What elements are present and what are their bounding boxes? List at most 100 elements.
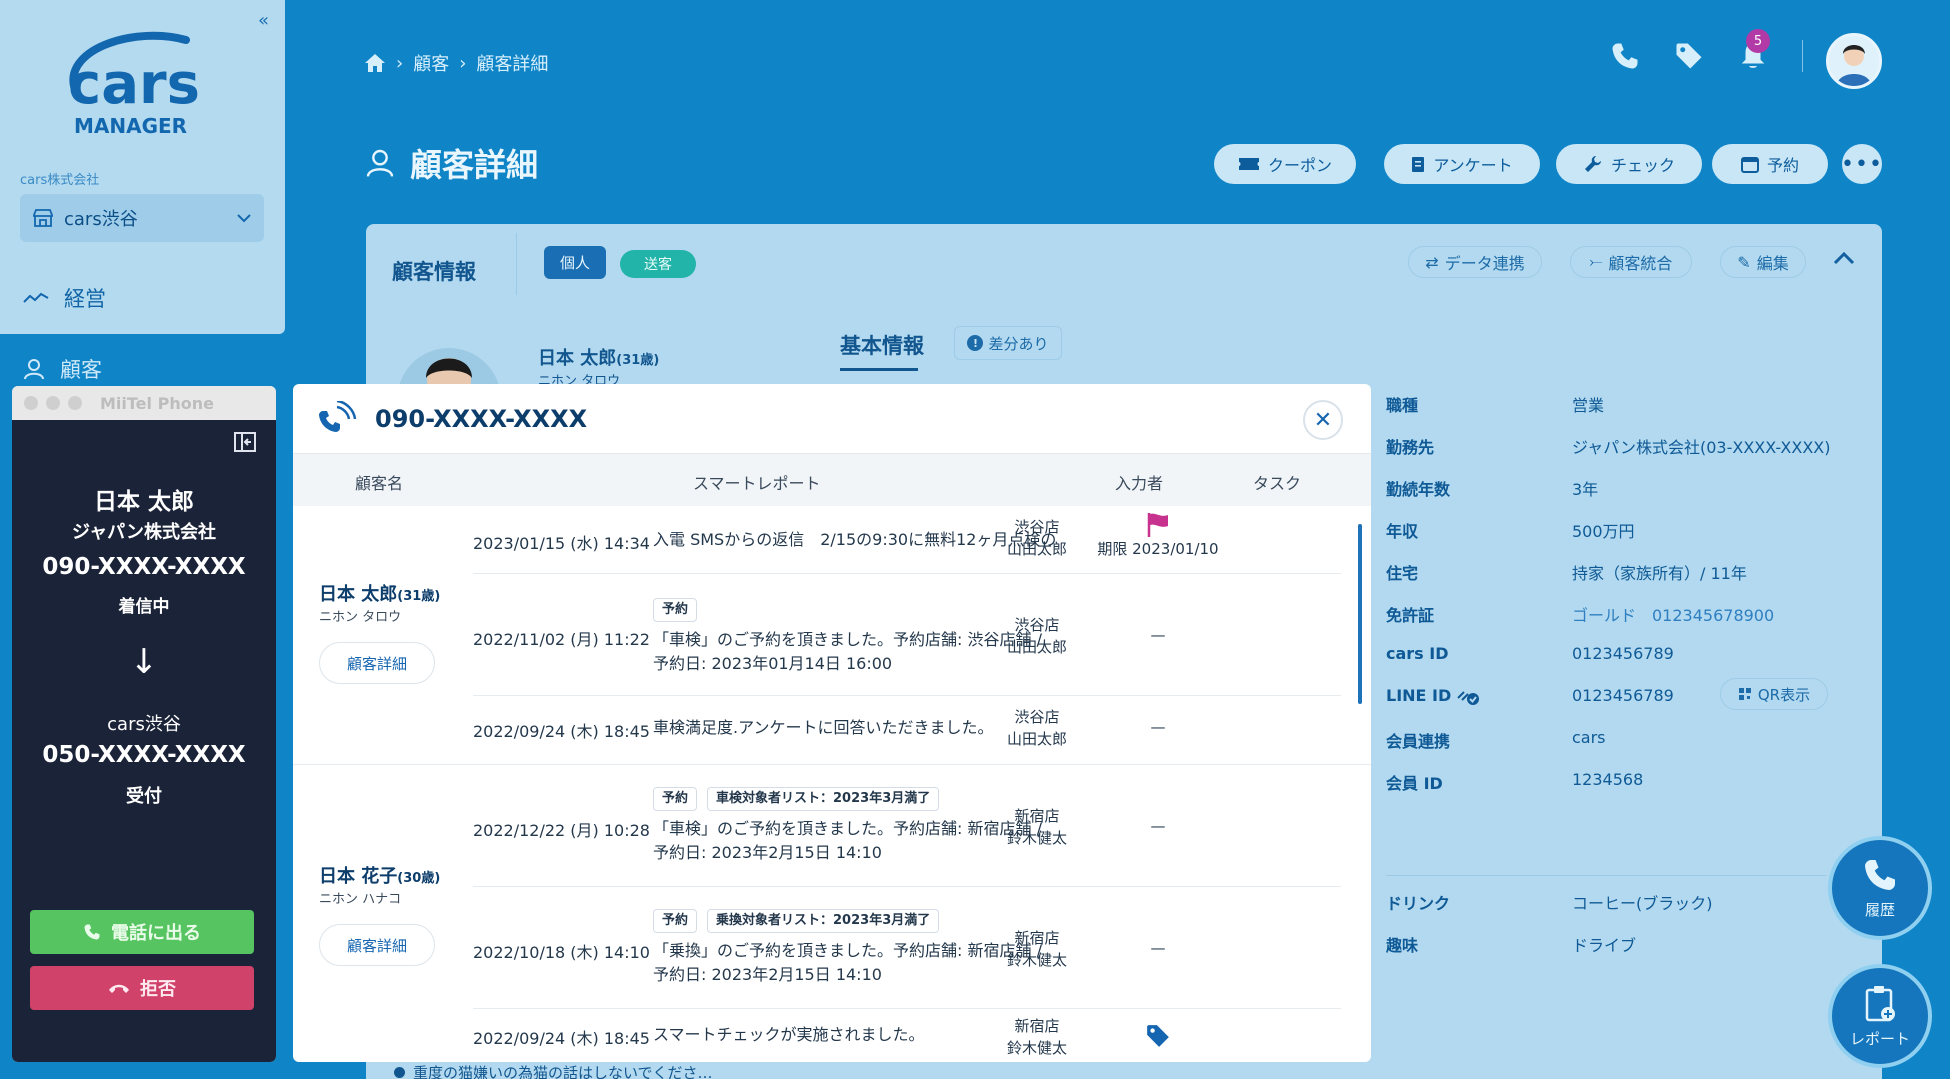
tab-basic-info[interactable]: 基本情報 <box>840 330 924 360</box>
customer-name: 日本 太郎(31歳) <box>538 348 660 369</box>
coupon-label: クーポン <box>1267 156 1332 175</box>
check-button[interactable]: チェック <box>1556 144 1702 184</box>
qr-display-button[interactable]: QR表示 <box>1720 678 1828 710</box>
chevron-down-icon <box>237 214 251 223</box>
table-row[interactable]: 2023/01/15 (水) 14:34 入電 SMSからの返信 2/15の9:… <box>473 506 1341 574</box>
notification-button[interactable]: 5 <box>1738 29 1770 71</box>
window-close-dot[interactable] <box>24 396 38 410</box>
table-row[interactable]: 2022/09/24 (木) 18:45 車検満足度.アンケートに回答いただきま… <box>473 696 1341 764</box>
clipboard-plus-icon <box>1865 985 1895 1021</box>
card-divider <box>516 233 517 295</box>
store-status: 受付 <box>126 786 162 807</box>
survey-label: アンケート <box>1433 156 1513 175</box>
memo-text: 重度の猫嫌いの為猫の話はしないでくださ… <box>413 1064 713 1079</box>
customer-detail-button[interactable]: 顧客詳細 <box>319 924 435 966</box>
edit-label: 編集 <box>1756 254 1789 273</box>
diff-badge[interactable]: ! 差分あり <box>954 326 1062 360</box>
table-row[interactable]: 2022/10/18 (木) 14:10 予約 乗換対象者リスト：2023年3月満… <box>473 887 1341 1009</box>
window-minimize-dot[interactable] <box>46 396 60 410</box>
check-label: チェック <box>1610 156 1675 175</box>
table-row[interactable]: 2022/11/02 (月) 11:22 予約 「車検」のご予約を頂きました。予… <box>473 574 1341 696</box>
wrench-icon <box>1584 156 1601 172</box>
user-icon <box>366 149 394 177</box>
link-check-icon <box>1457 691 1479 705</box>
collapse-sidebar-icon[interactable]: « <box>258 10 269 31</box>
customer-detail-button[interactable]: 顧客詳細 <box>319 642 435 684</box>
more-icon: ••• <box>1841 151 1883 177</box>
clipboard-icon <box>1412 157 1425 172</box>
survey-button[interactable]: アンケート <box>1384 144 1540 184</box>
cars-manager-logo[interactable]: cars MANAGER <box>66 28 221 140</box>
breadcrumb-item: 顧客詳細 <box>476 54 549 75</box>
reservation-chip: 予約 <box>653 598 698 622</box>
row-report: 予約 乗換対象者リスト：2023年3月満了 「乗換」のご予約を頂きました。予約店舗… <box>653 907 1042 987</box>
table-row[interactable]: 2022/12/22 (月) 10:28 予約 車検対象者リスト：2023年3月満… <box>473 765 1341 887</box>
info-divider <box>1386 875 1826 876</box>
window-titlebar[interactable]: MiiTel Phone <box>12 386 276 420</box>
history-label: 履歴 <box>1864 900 1895 919</box>
reservation-button[interactable]: 予約 <box>1712 144 1828 184</box>
reservation-chip: 予約 <box>653 909 698 933</box>
notification-badge: 5 <box>1746 29 1770 53</box>
column-header: タスク <box>1253 474 1302 493</box>
memo-note: 重度の猫嫌いの為猫の話はしないでくださ… <box>394 1062 713 1079</box>
swap-icon: ⇄ <box>1425 252 1439 272</box>
row-report: 予約 車検対象者リスト：2023年3月満了 「車検」のご予約を頂きました。予約店舗… <box>653 785 1042 865</box>
row-date: 2022/12/22 (月) 10:28 <box>473 821 650 840</box>
chevron-up-icon[interactable] <box>1832 250 1856 266</box>
store-select[interactable]: cars渋谷 <box>20 194 264 242</box>
store-label: cars渋谷 <box>64 209 138 230</box>
reservation-chip: 予約 <box>653 787 698 811</box>
row-user: 新宿店 鈴木健太 <box>1006 807 1067 847</box>
report-button[interactable]: レポート <box>1828 964 1932 1068</box>
row-date: 2022/11/02 (月) 11:22 <box>473 630 650 649</box>
caller-company: ジャパン株式会社 <box>72 522 216 543</box>
home-icon[interactable] <box>364 53 386 73</box>
down-arrow-icon: ↓ <box>129 642 159 682</box>
alert-icon: ! <box>967 335 984 351</box>
customer-name: 日本 花子(30歳) <box>319 866 441 887</box>
column-header: スマートレポート <box>693 474 821 493</box>
window-title: MiiTel Phone <box>100 393 214 413</box>
row-task: — <box>1150 718 1166 736</box>
modal-header: 090-XXXX-XXXX <box>293 384 1371 454</box>
table-row[interactable]: 2022/09/24 (木) 18:45 スマートチェックが実施されました。 新… <box>473 1009 1341 1062</box>
flag-icon <box>1147 513 1168 537</box>
answer-call-button[interactable]: 電話に出る <box>30 910 254 954</box>
data-link-button[interactable]: ⇄ データ連携 <box>1408 246 1542 278</box>
edit-button[interactable]: ✎ 編集 <box>1720 246 1806 278</box>
row-user: 渋谷店 山田太郎 <box>1006 616 1067 656</box>
more-options-button[interactable]: ••• <box>1841 144 1883 184</box>
merge-customer-button[interactable]: ⤚ 顧客統合 <box>1570 246 1692 278</box>
tag-icon[interactable] <box>1674 41 1704 71</box>
reject-call-button[interactable]: 拒否 <box>30 966 254 1010</box>
breadcrumb-item[interactable]: 顧客 <box>413 50 449 76</box>
history-button[interactable]: 履歴 <box>1828 836 1932 940</box>
calendar-icon <box>1740 157 1759 173</box>
ringing-phone-icon <box>319 400 357 432</box>
company-name: cars株式会社 <box>20 173 100 188</box>
breadcrumb: › 顧客 › 顧客詳細 <box>364 50 548 76</box>
logo-text: cars <box>68 52 200 117</box>
row-task: — <box>1150 817 1166 835</box>
close-button[interactable]: ✕ <box>1303 400 1343 440</box>
sidebar-item-keiei[interactable]: 経営 <box>22 283 106 313</box>
sidebar-item-kokyaku[interactable]: 顧客 <box>22 354 102 384</box>
tag-icon <box>1147 1025 1169 1047</box>
popout-icon[interactable] <box>234 432 256 452</box>
window-zoom-dot[interactable] <box>68 396 82 410</box>
phone-icon[interactable] <box>1610 41 1640 71</box>
modal-phone-number: 090-XXXX-XXXX <box>375 404 588 433</box>
miitel-phone-window: MiiTel Phone 日本 太郎 ジャパン株式会社 090-XXXX-XXX… <box>12 386 276 1062</box>
row-report: 予約 「車検」のご予約を頂きました。予約店舗: 渋谷店舗 / 予約日: 2023… <box>653 596 1042 676</box>
trend-icon <box>23 292 49 303</box>
avatar[interactable] <box>1826 33 1882 89</box>
qr-label: QR表示 <box>1757 685 1811 704</box>
receiving-store: cars渋谷 <box>107 714 181 735</box>
row-task: — <box>1150 626 1166 644</box>
list-chip: 乗換対象者リスト：2023年3月満了 <box>707 909 940 933</box>
scrollbar[interactable] <box>1358 524 1362 704</box>
tag-referral: 送客 <box>620 250 696 278</box>
coupon-button[interactable]: クーポン <box>1214 144 1356 184</box>
phone-icon <box>1865 859 1895 890</box>
